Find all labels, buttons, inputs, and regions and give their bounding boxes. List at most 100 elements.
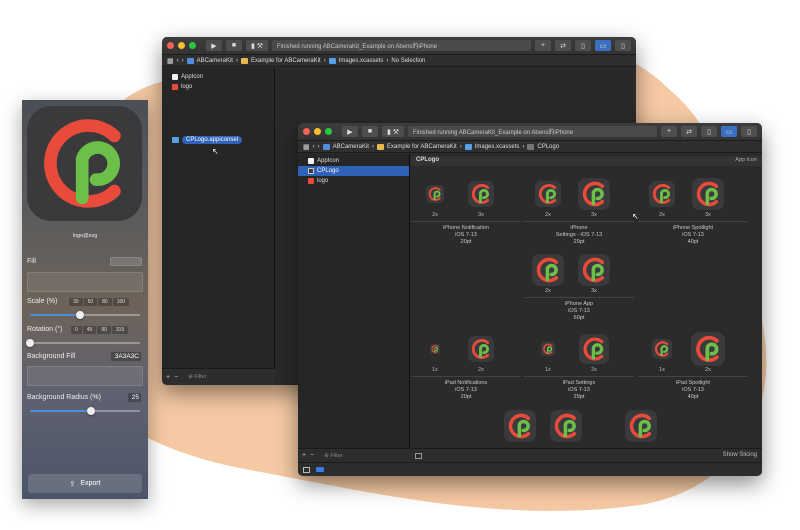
zoom-window-button[interactable]	[189, 42, 196, 49]
background-fill-hex-field[interactable]: 3A3A3C	[110, 351, 142, 362]
minimize-window-button[interactable]	[314, 128, 321, 135]
debug-toggle[interactable]: ▭	[595, 40, 611, 51]
scale-preset-30[interactable]: 30	[69, 298, 83, 306]
icon-slot-5-a[interactable]	[541, 342, 555, 356]
close-window-button[interactable]	[167, 42, 174, 49]
console-toggle-icon[interactable]	[303, 466, 310, 473]
icon-slot-3-a[interactable]	[532, 254, 564, 286]
breadcrumb-folder[interactable]: Example for ABCameraKit	[387, 144, 457, 150]
breadcrumb-project[interactable]: ABCameraKit	[333, 144, 369, 150]
group-divider	[524, 376, 634, 377]
scheme-selector[interactable]: ▮ ⚒	[246, 40, 268, 51]
rotation-preset-0[interactable]: 0	[71, 326, 82, 334]
grid-icon[interactable]: ▦	[303, 143, 310, 151]
scale-label: 2x	[705, 367, 711, 373]
fill-color-swatch[interactable]	[110, 257, 142, 266]
scale-preset-100[interactable]: 100	[112, 298, 130, 306]
breadcrumb-folder[interactable]: Example for ABCameraKit	[251, 58, 321, 64]
run-button[interactable]: ▶	[206, 40, 222, 51]
nav-item-cplogo[interactable]: CPLogo	[298, 166, 409, 176]
back-arrow-icon[interactable]: ‹	[177, 58, 179, 64]
icon-slot-more-1[interactable]	[550, 410, 582, 442]
remove-icon[interactable]: −	[310, 452, 314, 459]
close-window-button[interactable]	[303, 128, 310, 135]
nav-item-appicon[interactable]: AppIcon	[162, 72, 274, 82]
scale-preset-80[interactable]: 80	[98, 298, 112, 306]
background-radius-slider-knob[interactable]	[86, 407, 95, 415]
debug-toggle[interactable]: ▭	[721, 126, 737, 137]
icon-slot-more-2[interactable]	[625, 410, 657, 442]
icon-slot-2-a[interactable]	[649, 181, 675, 207]
rotation-slider-knob[interactable]	[26, 339, 34, 347]
forward-arrow-icon[interactable]: ›	[182, 58, 184, 64]
icon-slot-0-b[interactable]	[468, 181, 494, 207]
cp-logo-icon	[578, 178, 610, 210]
scheme-selector[interactable]: ▮ ⚒	[382, 126, 404, 137]
run-button[interactable]: ▶	[342, 126, 358, 137]
breakpoint-toggle-icon[interactable]	[316, 467, 324, 472]
filter-field[interactable]: ⊕ Filter	[324, 453, 342, 459]
rotation-preset-315[interactable]: 315	[111, 326, 129, 334]
scale-label: 2x	[545, 212, 551, 218]
add-icon[interactable]: +	[166, 374, 170, 381]
scale-slider[interactable]	[30, 311, 140, 319]
scale-label: 2x	[659, 212, 665, 218]
icon-slot-6-a[interactable]	[652, 339, 672, 359]
slot-group-label-line: iPad Spotlight	[676, 380, 710, 386]
icon-slot-4-a[interactable]	[430, 344, 440, 354]
library-button[interactable]: +	[535, 40, 551, 51]
background-radius-slider[interactable]	[30, 407, 140, 415]
add-icon[interactable]: +	[302, 452, 306, 459]
breadcrumb-selection[interactable]: No Selection	[391, 58, 425, 64]
icon-slot-more-0[interactable]	[504, 410, 536, 442]
icon-slot-4-b[interactable]	[468, 336, 494, 362]
asset-navigator: AppIcon logo CPLogo.appiconset ↖	[162, 68, 275, 368]
icon-slot-3-b[interactable]	[578, 254, 610, 286]
background-radius-field[interactable]: 25	[127, 392, 142, 403]
icon-slot-6-b[interactable]	[691, 332, 725, 366]
code-review-button[interactable]: ⇄	[681, 126, 697, 137]
background-image-well[interactable]	[27, 366, 143, 386]
asset-editor: CPLogo App Icon 2x 3x iPhone Notification i…	[411, 154, 762, 456]
rotation-preset-45[interactable]: 45	[82, 326, 97, 334]
back-arrow-icon[interactable]: ‹	[313, 144, 315, 150]
inspector-toggle[interactable]: ▯	[741, 126, 757, 137]
library-button[interactable]: +	[661, 126, 677, 137]
rotation-slider[interactable]	[26, 339, 140, 347]
minimize-window-button[interactable]	[178, 42, 185, 49]
navigator-toggle[interactable]: ▯	[701, 126, 717, 137]
nav-item-appicon[interactable]: AppIcon	[298, 156, 409, 166]
icon-settings-panel: logo@svg Fill Scale (%) 30 50 80 100 Rot…	[22, 100, 148, 499]
nav-item-logo[interactable]: logo	[298, 176, 409, 186]
remove-icon[interactable]: −	[174, 374, 178, 381]
icon-slot-2-b[interactable]	[692, 178, 724, 210]
zoom-window-button[interactable]	[325, 128, 332, 135]
inspector-toggle[interactable]: ▯	[615, 40, 631, 51]
grid-icon[interactable]: ▦	[167, 57, 174, 65]
stop-button[interactable]: ■	[226, 40, 242, 51]
scale-slider-knob[interactable]	[75, 311, 84, 319]
scale-preset-50[interactable]: 50	[83, 298, 98, 306]
navigator-toggle[interactable]: ▯	[575, 40, 591, 51]
icon-slot-1-a[interactable]	[535, 181, 561, 207]
icon-slot-0-a[interactable]	[426, 185, 444, 203]
fill-image-well[interactable]	[27, 272, 143, 292]
icon-slot-5-b[interactable]	[579, 334, 609, 364]
export-button[interactable]: ⇪ Export	[28, 474, 142, 493]
breadcrumb-assets[interactable]: Images.xcassets	[475, 144, 520, 150]
show-slicing-button[interactable]: Show Slicing	[723, 452, 757, 458]
nav-item-logo[interactable]: logo	[162, 82, 274, 92]
icon-slot-1-b[interactable]	[578, 178, 610, 210]
stop-button[interactable]: ■	[362, 126, 378, 137]
share-icon: ⇪	[69, 480, 76, 488]
rotation-preset-90[interactable]: 90	[97, 326, 111, 334]
forward-arrow-icon[interactable]: ›	[318, 144, 320, 150]
breadcrumb-project[interactable]: ABCameraKit	[197, 58, 233, 64]
breadcrumb-assets[interactable]: Images.xcassets	[339, 58, 384, 64]
drag-item[interactable]: CPLogo.appiconset	[172, 136, 243, 144]
filter-field[interactable]: ⊕ Filter	[188, 374, 206, 380]
breadcrumb-selection[interactable]: CPLogo	[537, 144, 559, 150]
code-review-button[interactable]: ⇄	[555, 40, 571, 51]
scale-label: 3x	[591, 212, 597, 218]
slicing-toggle-icon[interactable]	[415, 453, 422, 459]
